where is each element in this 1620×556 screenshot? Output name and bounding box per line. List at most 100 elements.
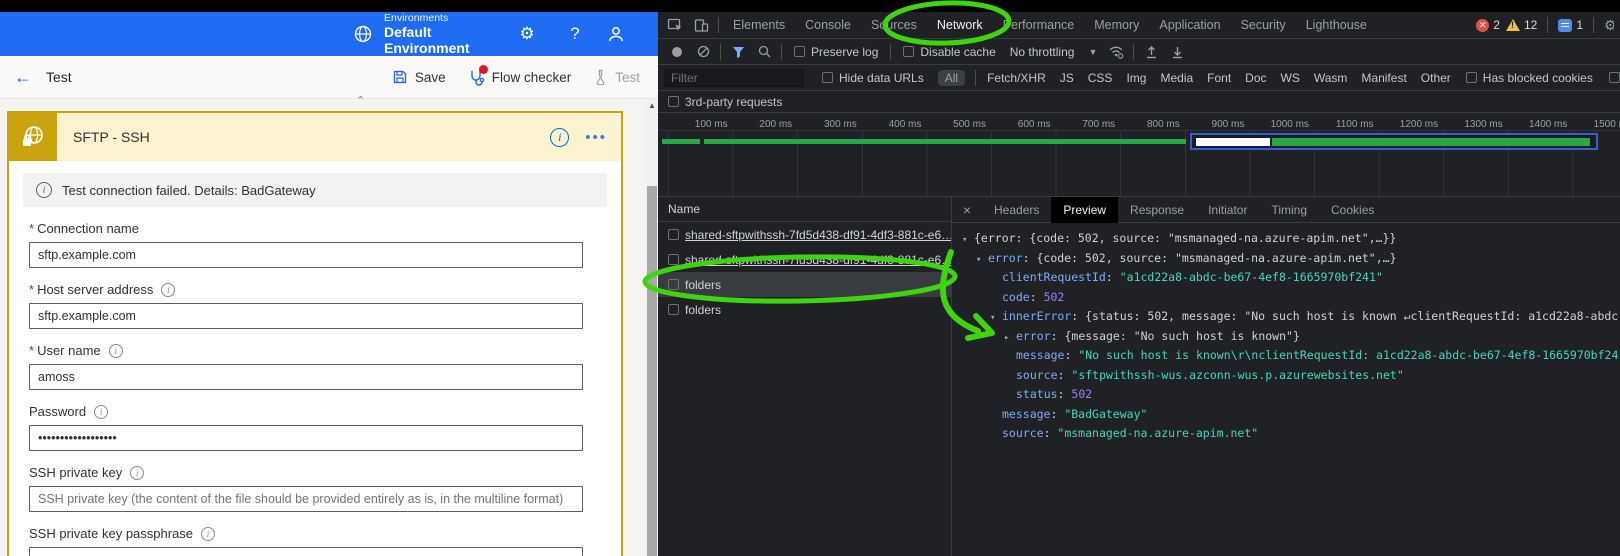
search-icon[interactable]: [751, 45, 777, 58]
field-info-icon[interactable]: i: [201, 526, 216, 541]
filter-chip-wasm[interactable]: Wasm: [1307, 71, 1355, 85]
clear-network-log-icon[interactable]: [690, 45, 716, 58]
tab-initiator[interactable]: Initiator: [1196, 197, 1259, 223]
filter-chip-js[interactable]: JS: [1053, 71, 1081, 85]
overview-selection[interactable]: [1190, 133, 1598, 150]
checkbox-icon[interactable]: [668, 304, 679, 315]
checkbox-icon[interactable]: [794, 46, 805, 57]
help-icon[interactable]: ?: [558, 24, 592, 44]
filter-chip-doc[interactable]: Doc: [1238, 71, 1273, 85]
checkbox-icon[interactable]: [903, 46, 915, 57]
filter-chip-img[interactable]: Img: [1119, 71, 1153, 85]
disclosure-triangle-icon[interactable]: ▸: [1004, 329, 1016, 347]
collapse-caret-icon[interactable]: ⌃: [356, 94, 365, 107]
table-row-request[interactable]: shared-sftpwithssh-7fd5d438-df91-4df3-88…: [658, 222, 951, 247]
device-toolbar-icon[interactable]: [688, 18, 714, 33]
disclosure-triangle-icon[interactable]: ▾: [962, 231, 974, 249]
field-input-connection-name[interactable]: [29, 242, 583, 268]
checkbox-icon[interactable]: [1608, 72, 1620, 83]
table-row-request[interactable]: folders: [658, 272, 951, 297]
tab-headers[interactable]: Headers: [982, 197, 1051, 223]
inspect-element-icon[interactable]: [662, 17, 688, 33]
tab-elements[interactable]: Elements: [723, 12, 795, 39]
devtools-settings-icon[interactable]: ⚙: [1604, 17, 1614, 34]
tab-application[interactable]: Application: [1149, 12, 1230, 39]
disable-cache-checkbox[interactable]: Disable cache: [903, 45, 996, 59]
filter-chip-manifest[interactable]: Manifest: [1354, 71, 1413, 85]
checkbox-icon[interactable]: [668, 229, 679, 240]
table-row-request[interactable]: folders: [658, 297, 951, 322]
field-info-icon[interactable]: i: [130, 465, 145, 480]
checkbox-icon[interactable]: [1465, 72, 1477, 83]
connector-info-icon[interactable]: i: [550, 127, 570, 147]
disclosure-triangle-icon[interactable]: ▾: [990, 309, 1002, 327]
field-input-ssh-private-key-passphrase[interactable]: [29, 547, 583, 556]
settings-gear-icon[interactable]: ⚙: [510, 24, 544, 44]
scrollbar-thumb[interactable]: [647, 186, 657, 556]
filter-all-chip[interactable]: All: [937, 69, 966, 86]
tab-timing[interactable]: Timing: [1259, 197, 1319, 223]
filter-chip-fetch-xhr[interactable]: Fetch/XHR: [980, 71, 1053, 85]
has-blocked-cookies-checkbox[interactable]: Has blocked cookies: [1465, 71, 1593, 85]
field-input-user-name[interactable]: [29, 364, 583, 390]
filter-input[interactable]: [664, 68, 804, 87]
test-button[interactable]: Test: [593, 69, 640, 85]
network-conditions-icon[interactable]: [1103, 45, 1129, 59]
tab-cookies[interactable]: Cookies: [1319, 197, 1386, 223]
checkbox-icon[interactable]: [668, 279, 679, 290]
throttling-select[interactable]: No throttling ▼: [1010, 45, 1098, 59]
json-tree-line[interactable]: ▸ error: {message: "No such host is known…: [962, 327, 1620, 347]
hide-data-urls-checkbox[interactable]: Hide data URLs: [822, 71, 924, 85]
table-row-request[interactable]: shared-sftpwithssh-7fd5d438-df91-4df3-88…: [658, 247, 951, 272]
json-tree-line[interactable]: ▾ error: {code: 502, source: "msmanaged-n…: [962, 249, 1620, 269]
checkbox-icon[interactable]: [668, 254, 679, 265]
disclosure-triangle-icon[interactable]: ▾: [976, 251, 988, 269]
network-overview[interactable]: 100 ms 200 ms 300 ms 400 ms 500 ms 600 ms 700 …: [658, 113, 1620, 197]
preserve-log-checkbox[interactable]: Preserve log: [794, 45, 878, 59]
filter-chip-ws[interactable]: WS: [1274, 71, 1307, 85]
issues-badge[interactable]: 1: [1558, 18, 1583, 32]
card-header[interactable]: SFTP - SSH i •••: [9, 113, 621, 161]
record-network-log-icon[interactable]: [664, 46, 690, 58]
filter-chip-css[interactable]: CSS: [1081, 71, 1120, 85]
filter-chip-font[interactable]: Font: [1200, 71, 1238, 85]
json-tree-line[interactable]: ▾ {error: {code: 502, source: "msmanaged-…: [962, 229, 1620, 249]
filter-icon[interactable]: [725, 46, 751, 58]
left-scrollbar[interactable]: ▲: [646, 99, 658, 556]
environment-picker[interactable]: Environments Default Environment: [352, 12, 510, 56]
field-info-icon[interactable]: i: [161, 282, 176, 297]
scroll-up-arrow-icon[interactable]: ▲: [646, 99, 658, 113]
filter-chip-media[interactable]: Media: [1153, 71, 1200, 85]
blocked-requests-checkbox[interactable]: Blocked Req: [1608, 71, 1620, 85]
field-info-icon[interactable]: i: [94, 404, 109, 419]
console-warnings-badge[interactable]: 12: [1505, 18, 1537, 32]
tab-security[interactable]: Security: [1231, 12, 1296, 39]
import-har-icon[interactable]: [1138, 45, 1164, 59]
field-input-ssh-private-key[interactable]: [29, 486, 583, 512]
field-input-host-server-address[interactable]: [29, 303, 583, 329]
save-button[interactable]: Save: [392, 69, 446, 85]
console-errors-badge[interactable]: ✕ 2: [1476, 18, 1500, 32]
card-menu-button[interactable]: •••: [585, 129, 607, 146]
field-input-password[interactable]: [29, 425, 583, 451]
filter-chip-other[interactable]: Other: [1414, 71, 1458, 85]
tab-console[interactable]: Console: [795, 12, 861, 39]
tab-memory[interactable]: Memory: [1084, 12, 1149, 39]
field-info-icon[interactable]: i: [108, 343, 123, 358]
back-button[interactable]: ←: [14, 67, 32, 88]
flow-checker-button[interactable]: Flow checker: [468, 64, 571, 86]
json-tree-line[interactable]: ▾ innerError: {status: 502, message: "No …: [962, 307, 1620, 327]
third-party-requests-checkbox[interactable]: 3rd-party requests: [668, 95, 782, 109]
account-icon[interactable]: [606, 24, 640, 44]
tab-performance[interactable]: Performance: [993, 12, 1085, 39]
tab-preview[interactable]: Preview: [1051, 197, 1119, 223]
tab-response[interactable]: Response: [1118, 197, 1196, 223]
tab-sources[interactable]: Sources: [861, 12, 927, 39]
close-icon[interactable]: ×: [952, 202, 982, 218]
tab-network[interactable]: Network: [927, 12, 993, 39]
tab-lighthouse[interactable]: Lighthouse: [1296, 12, 1377, 39]
name-column-header[interactable]: Name: [658, 197, 951, 222]
export-har-icon[interactable]: [1164, 45, 1190, 59]
checkbox-icon[interactable]: [822, 72, 833, 83]
checkbox-icon[interactable]: [668, 96, 679, 107]
